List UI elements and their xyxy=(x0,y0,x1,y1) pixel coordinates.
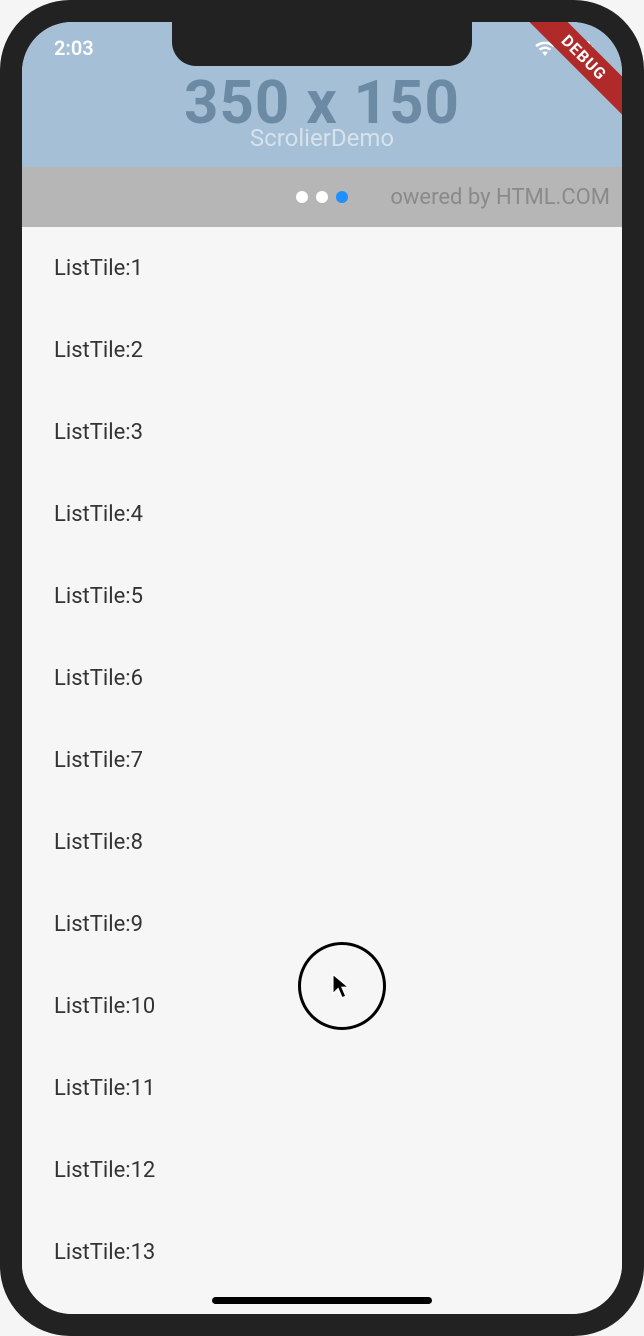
list-item-label: ListTile:6 xyxy=(54,666,143,691)
list-item[interactable]: ListTile:7 xyxy=(22,719,622,801)
touch-indicator xyxy=(298,942,386,1030)
list-item-label: ListTile:5 xyxy=(54,584,143,609)
list-item[interactable]: ListTile:6 xyxy=(22,637,622,719)
list-item-label: ListTile:1 xyxy=(54,256,143,281)
list-item-label: ListTile:13 xyxy=(54,1240,155,1265)
app-title: ScrolierDemo xyxy=(250,124,394,152)
list-view[interactable]: ListTile:1 ListTile:2 ListTile:3 ListTil… xyxy=(22,227,622,1314)
list-item[interactable]: ListTile:13 xyxy=(22,1211,622,1293)
list-item[interactable]: ListTile:5 xyxy=(22,555,622,637)
list-item-label: ListTile:11 xyxy=(54,1076,155,1101)
list-item-label: ListTile:2 xyxy=(54,338,143,363)
list-item-label: ListTile:8 xyxy=(54,830,143,855)
device-frame: 2:03 ⚡ DEBUG 350 x 150 ScrolierDemo xyxy=(0,0,644,1336)
list-item-label: ListTile:12 xyxy=(54,1158,155,1183)
list-item[interactable]: ListTile:1 xyxy=(22,227,622,309)
list-item[interactable]: ListTile:8 xyxy=(22,801,622,883)
list-item[interactable]: ListTile:4 xyxy=(22,473,622,555)
page-dot-active[interactable] xyxy=(336,191,348,203)
carousel-footer: owered by HTML.COM xyxy=(22,167,622,227)
list-item[interactable]: ListTile:11 xyxy=(22,1047,622,1129)
page-dot[interactable] xyxy=(296,191,308,203)
screen: 2:03 ⚡ DEBUG 350 x 150 ScrolierDemo xyxy=(22,22,622,1314)
notch xyxy=(172,22,472,66)
page-dot[interactable] xyxy=(316,191,328,203)
list-item[interactable]: ListTile:12 xyxy=(22,1129,622,1211)
list-item-label: ListTile:9 xyxy=(54,912,143,937)
home-indicator[interactable] xyxy=(212,1297,432,1304)
status-time: 2:03 xyxy=(54,36,94,60)
list-item-label: ListTile:4 xyxy=(54,502,143,527)
attribution-text: owered by HTML.COM xyxy=(390,185,610,210)
cursor-icon xyxy=(331,973,353,999)
list-item[interactable]: ListTile:2 xyxy=(22,309,622,391)
list-item[interactable]: ListTile:3 xyxy=(22,391,622,473)
list-item-label: ListTile:10 xyxy=(54,994,155,1019)
list-item-label: ListTile:7 xyxy=(54,748,143,773)
list-item-label: ListTile:3 xyxy=(54,420,143,445)
page-indicator[interactable] xyxy=(296,191,348,203)
